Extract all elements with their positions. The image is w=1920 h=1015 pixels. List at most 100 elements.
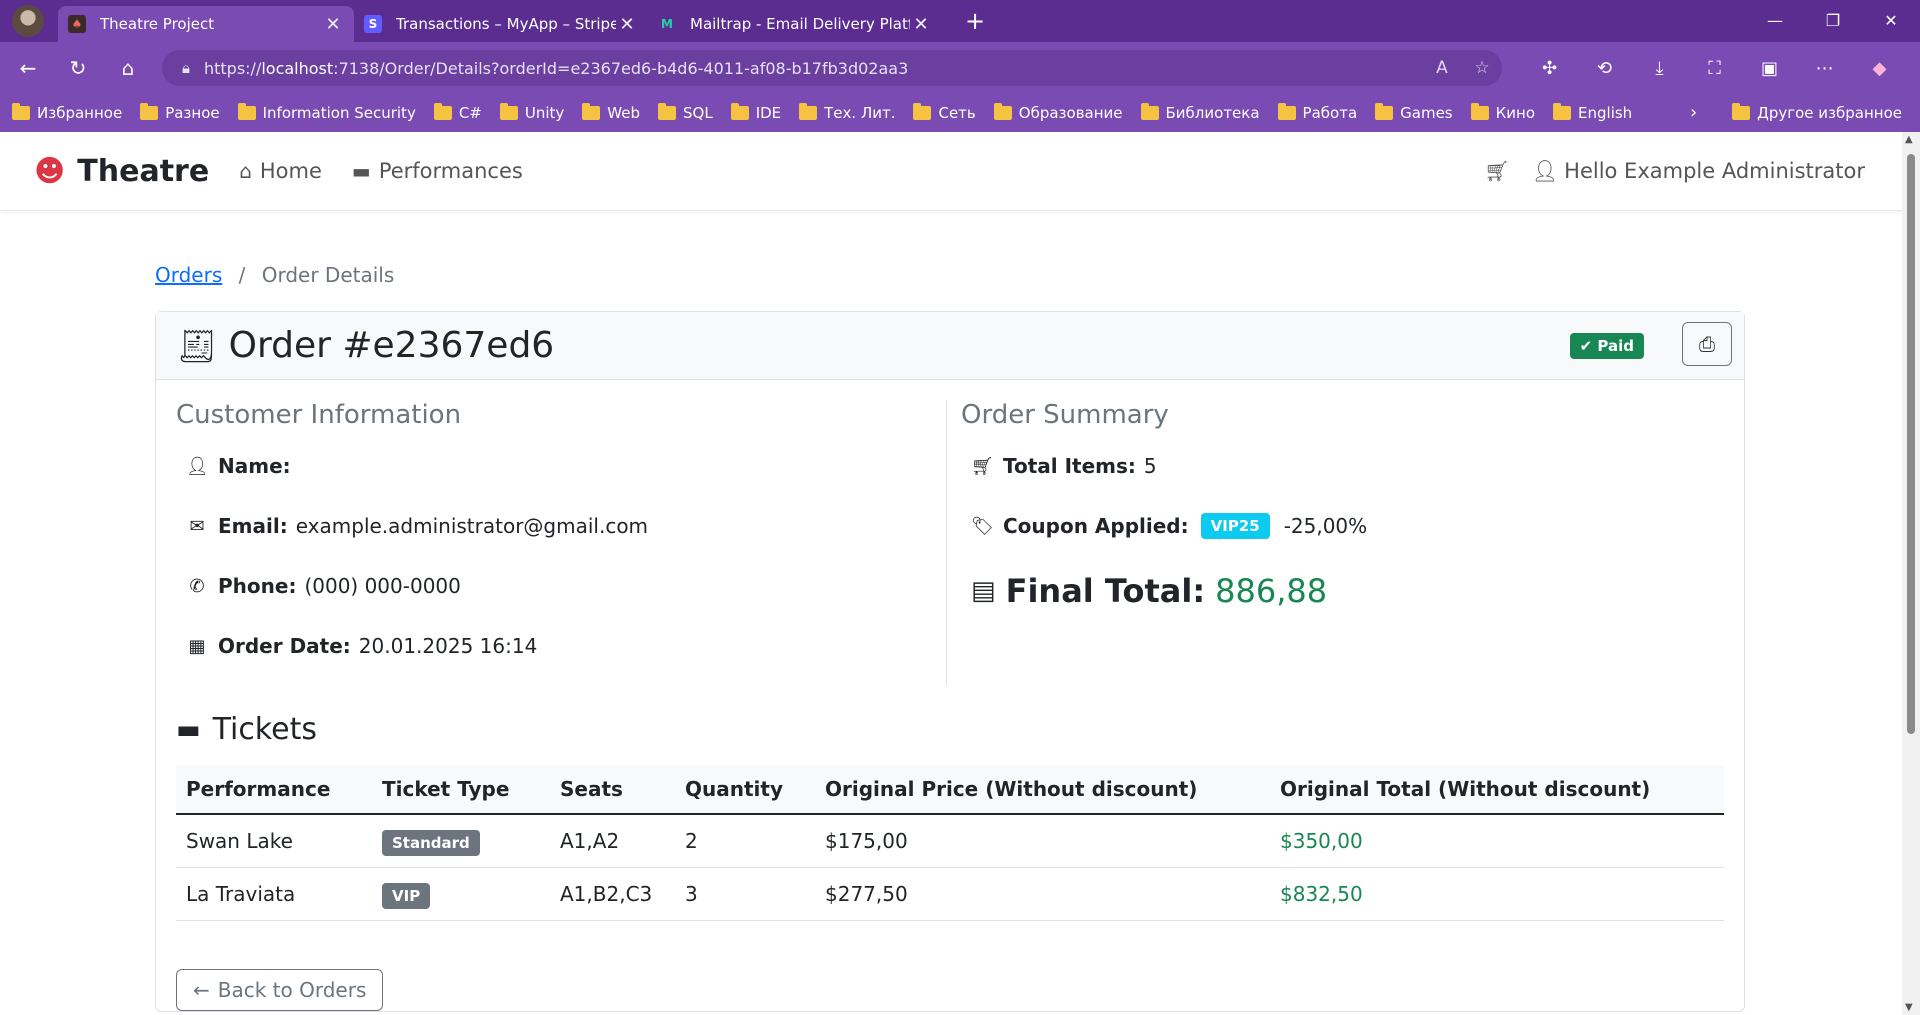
- nav-right: 🛒︎ 👤︎ Hello Example Administrator: [1484, 159, 1865, 184]
- tickets-heading: ▬ Tickets: [176, 712, 1724, 747]
- customer-heading: Customer Information: [176, 400, 462, 430]
- brand-name: Theatre: [77, 153, 210, 189]
- more-menu-icon[interactable]: ⋯: [1797, 58, 1852, 79]
- folder-icon: [582, 103, 601, 120]
- new-tab-icon[interactable]: +: [960, 7, 990, 35]
- bookmark-folder[interactable]: Образование: [993, 103, 1123, 122]
- print-button[interactable]: ⎙: [1682, 322, 1732, 366]
- total-cell: $832,50: [1270, 867, 1724, 921]
- url-bar[interactable]: 🔒︎ https://localhost:7138/Order/Details?…: [162, 50, 1502, 86]
- folder-icon: [237, 103, 256, 120]
- restore-icon[interactable]: ❐: [1804, 0, 1862, 42]
- arrow-left-icon: ←: [193, 978, 210, 1002]
- page-scrollbar[interactable]: ▲ ▼: [1902, 132, 1920, 1015]
- quantity-cell: 2: [675, 814, 815, 868]
- minimize-icon[interactable]: —: [1746, 0, 1804, 42]
- close-tab-icon[interactable]: ✕: [322, 14, 344, 35]
- scroll-thumb[interactable]: [1907, 154, 1915, 734]
- chevron-right-icon[interactable]: ›: [1690, 102, 1697, 123]
- coupon-badge: VIP25: [1200, 513, 1270, 539]
- bookmark-folder[interactable]: IDE: [730, 103, 781, 122]
- browser-toolbar: ✣ ⟲ ⤓ ⛶ ▣ ⋯ ◆: [1522, 58, 1907, 79]
- bookmark-folder[interactable]: English: [1553, 103, 1632, 122]
- tag-icon: 🏷︎: [971, 515, 994, 537]
- nav-home-label: Home: [259, 159, 322, 183]
- breadcrumb-orders-link[interactable]: Orders: [155, 263, 222, 287]
- coupon-row: 🏷︎ Coupon Applied: VIP25 -25,00%: [971, 510, 1367, 542]
- seats-cell: A1,B2,C3: [550, 867, 675, 921]
- column-header: Original Price (Without discount): [815, 765, 1270, 815]
- final-total-label: Final Total:: [1005, 572, 1206, 610]
- copilot-icon[interactable]: ◆: [1852, 58, 1907, 79]
- bookmark-folder[interactable]: Games: [1375, 103, 1453, 122]
- scroll-down-icon[interactable]: ▼: [1905, 1002, 1913, 1013]
- bookmark-folder[interactable]: Тех. Лит.: [799, 103, 895, 122]
- url-text: https://localhost:7138/Order/Details?ord…: [203, 58, 909, 78]
- bookmark-folder[interactable]: Information Security: [237, 103, 416, 122]
- folder-icon: [433, 103, 452, 120]
- downloads-icon[interactable]: ⤓: [1632, 58, 1687, 79]
- theatre-masks-icon: ☻: [34, 153, 66, 189]
- name-label: Name:: [218, 454, 291, 478]
- screenshot-icon[interactable]: ⛶: [1687, 58, 1742, 79]
- date-label: Order Date:: [218, 634, 351, 658]
- brand-link[interactable]: ☻ Theatre: [34, 154, 209, 189]
- bookmark-folder[interactable]: SQL: [658, 103, 713, 122]
- folder-icon: [140, 103, 159, 120]
- quantity-cell: 3: [675, 867, 815, 921]
- ticket-type-cell: Standard: [372, 814, 550, 868]
- bookmark-folder[interactable]: Unity: [499, 103, 564, 122]
- other-bookmarks[interactable]: Другое избранное: [1732, 103, 1902, 122]
- collections-icon[interactable]: ▣: [1742, 58, 1797, 79]
- favorite-star-icon[interactable]: ☆: [1462, 58, 1502, 78]
- coupon-label: Coupon Applied:: [1003, 514, 1189, 538]
- tab-stripe[interactable]: S Transactions – MyApp – Stripe [Te ✕: [354, 6, 648, 42]
- reload-icon[interactable]: ↻: [56, 56, 100, 80]
- scroll-up-icon[interactable]: ▲: [1905, 134, 1913, 145]
- back-to-orders-button[interactable]: ← Back to Orders: [176, 969, 384, 1011]
- bookmark-folder[interactable]: Сеть: [913, 103, 976, 122]
- nav-performances[interactable]: ▬ Performances: [352, 159, 523, 183]
- calculator-icon: ▤: [971, 576, 996, 606]
- bookmarks-bar: Избранное Разное Information Security C#…: [0, 94, 1920, 132]
- bookmark-folder[interactable]: Web: [582, 103, 640, 122]
- history-icon[interactable]: ⟲: [1577, 58, 1632, 79]
- lock-icon[interactable]: 🔒︎: [182, 59, 190, 77]
- bookmark-folder[interactable]: Кино: [1470, 103, 1535, 122]
- order-card-header: 🧾︎ Order #e2367ed6 ✔ Paid ⎙: [156, 312, 1744, 380]
- items-label: Total Items:: [1003, 454, 1136, 478]
- bookmark-folder[interactable]: Библиотека: [1140, 103, 1260, 122]
- order-card-body: Customer Information 👤︎ Name: ✉ Email: e…: [156, 380, 1744, 1011]
- bookmark-folder[interactable]: Разное: [140, 103, 220, 122]
- user-greeting[interactable]: Hello Example Administrator: [1564, 159, 1865, 183]
- folder-icon: [730, 103, 749, 120]
- bookmark-folder[interactable]: C#: [433, 103, 482, 122]
- extensions-icon[interactable]: ✣: [1522, 58, 1577, 79]
- profile-avatar[interactable]: [12, 5, 44, 37]
- close-tab-icon[interactable]: ✕: [616, 14, 638, 35]
- seats-cell: A1,A2: [550, 814, 675, 868]
- cart-icon[interactable]: 🛒︎: [1484, 159, 1509, 183]
- read-aloud-icon[interactable]: A: [1422, 58, 1462, 78]
- back-to-orders-label: Back to Orders: [217, 978, 367, 1002]
- tab-theatre-project[interactable]: ♠ Theatre Project ✕: [58, 6, 354, 42]
- close-tab-icon[interactable]: ✕: [910, 14, 932, 35]
- bookmark-folder[interactable]: Избранное: [12, 103, 122, 122]
- total-cell: $350,00: [1270, 814, 1724, 868]
- tab-mailtrap[interactable]: M Mailtrap - Email Delivery Platform ✕: [648, 6, 942, 42]
- ticket-type-badge: Standard: [382, 830, 480, 856]
- home-icon[interactable]: ⌂: [106, 56, 150, 80]
- table-row: La Traviata VIP A1,B2,C3 3 $277,50 $832,…: [176, 867, 1724, 921]
- back-icon[interactable]: ←: [6, 56, 50, 80]
- discount-value: -25,00%: [1283, 514, 1368, 538]
- column-header: Ticket Type: [372, 765, 550, 815]
- email-value: example.administrator@gmail.com: [295, 514, 649, 538]
- column-header: Quantity: [675, 765, 815, 815]
- user-icon: 👤︎: [186, 455, 209, 477]
- page-viewport: ☻ Theatre ⌂ Home ▬ Performances 🛒︎ 👤︎ He…: [0, 132, 1920, 1015]
- nav-home[interactable]: ⌂ Home: [239, 159, 322, 183]
- bookmark-folder[interactable]: Работа: [1277, 103, 1357, 122]
- address-toolbar: ← ↻ ⌂ 🔒︎ https://localhost:7138/Order/De…: [0, 42, 1920, 94]
- close-window-icon[interactable]: ✕: [1862, 0, 1920, 42]
- folder-icon: [1732, 103, 1751, 120]
